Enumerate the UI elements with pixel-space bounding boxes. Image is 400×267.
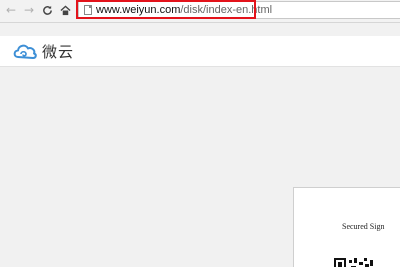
reload-button[interactable] xyxy=(40,2,54,18)
reload-icon xyxy=(42,5,52,15)
secured-sign-text: Secured Sign xyxy=(342,222,385,231)
back-button[interactable]: ← xyxy=(4,2,18,18)
forward-button[interactable]: → xyxy=(22,2,36,18)
weiyun-logo[interactable]: 微云 xyxy=(12,39,74,63)
url-highlight-box xyxy=(76,0,256,19)
home-button[interactable] xyxy=(58,2,72,18)
signin-panel: Secured Sign xyxy=(293,187,400,267)
browser-toolbar: ← → www.weiyun.com/disk/index-en.html xyxy=(0,0,400,23)
site-header: 微云 xyxy=(0,36,400,67)
cloud-logo-icon xyxy=(13,44,37,59)
qr-code-icon xyxy=(334,254,400,267)
home-icon xyxy=(59,4,71,15)
logo-text: 微云 xyxy=(42,42,75,61)
